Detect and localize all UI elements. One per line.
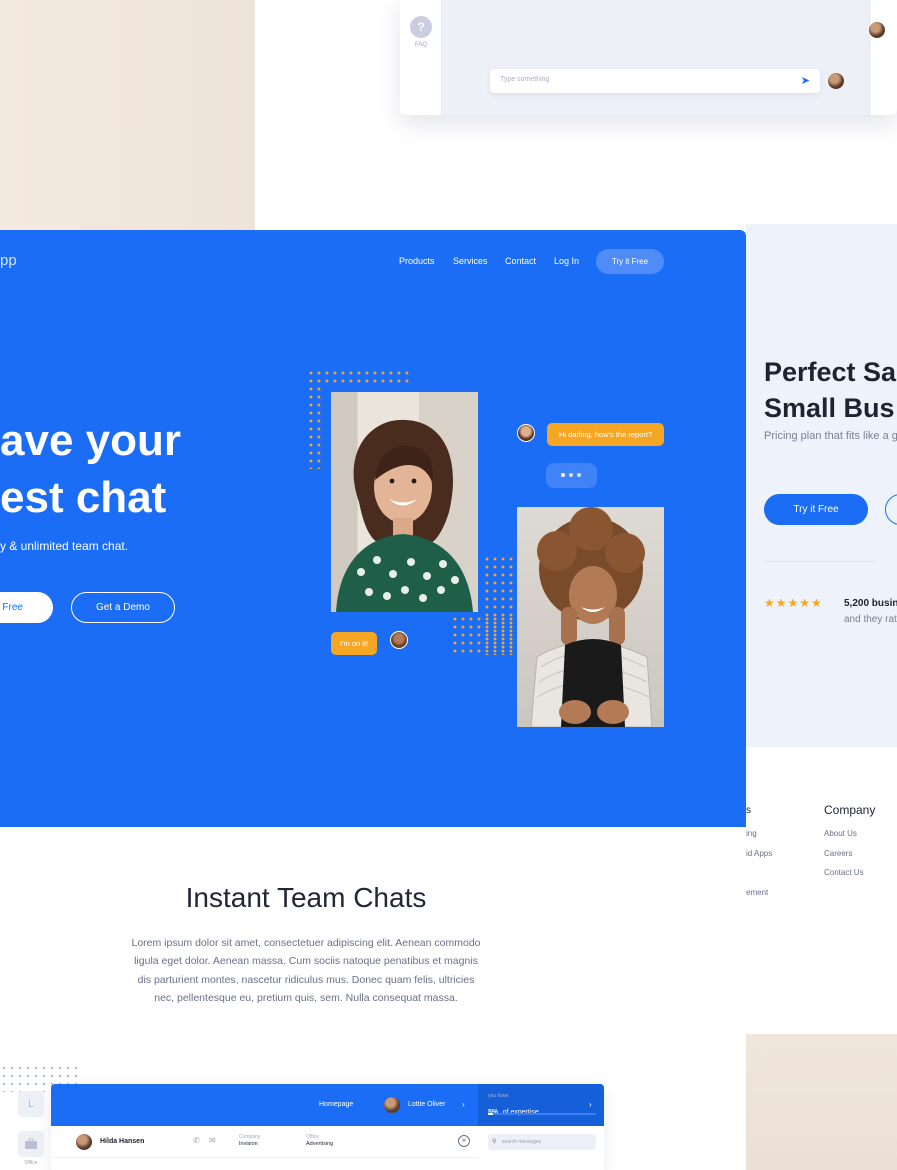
- office-label: Office: [24, 1160, 38, 1166]
- footer-link-careers[interactable]: Careers: [824, 849, 852, 858]
- portrait-illustration: [530, 507, 653, 727]
- portrait-illustration: [336, 419, 473, 612]
- section-paragraph: Lorem ipsum dolor sit amet, consectetuer…: [131, 937, 481, 1004]
- team-photo-woman-1: [331, 392, 478, 612]
- expertise-line: 5% of expertise: [488, 1101, 539, 1119]
- nav-services[interactable]: Services: [453, 256, 488, 266]
- typing-indicator: [546, 463, 597, 488]
- chat-bubble-reply: I'm on it!: [331, 632, 378, 655]
- typing-dot: [569, 473, 573, 477]
- mail-icon[interactable]: ✉: [209, 1136, 216, 1145]
- user-avatar[interactable]: [384, 1097, 400, 1113]
- section-title: Instant Team Chats: [185, 882, 427, 913]
- homepage-link[interactable]: Homepage: [319, 1101, 353, 1108]
- message-placeholder: Type something: [500, 76, 550, 83]
- nav-contact[interactable]: Contact: [505, 256, 536, 266]
- hero-subheadline: y & unlimited team chat.: [0, 539, 129, 553]
- footer-link-about[interactable]: About Us: [824, 829, 857, 838]
- team-photo-woman-2: [517, 507, 664, 727]
- hero-headline-line2: est chat: [0, 473, 167, 522]
- footer-link[interactable]: ing: [746, 829, 757, 838]
- nav-try-free-button[interactable]: Try it Free: [596, 249, 664, 274]
- pricing-title-line2: Small Bus: [764, 393, 895, 423]
- contact-row[interactable]: Hilda Hansen ✆ ✉ Company Invision Office…: [51, 1126, 478, 1158]
- chat-avatar-2: [390, 631, 408, 649]
- chat-avatar-1: [517, 424, 535, 442]
- dot-pattern: [451, 615, 515, 655]
- contact-avatar[interactable]: [869, 22, 885, 38]
- office-field-label: Office: [306, 1134, 319, 1140]
- chevron-right-icon[interactable]: ›: [462, 1100, 465, 1109]
- app-sidebar: ? FAQ: [400, 0, 442, 115]
- expertise-progress: [488, 1113, 596, 1115]
- footer-link-contact[interactable]: Contact Us: [824, 868, 864, 877]
- footer-company-heading: Company: [824, 803, 876, 817]
- faq-icon[interactable]: ?: [410, 16, 432, 38]
- chat-bubble-question: Hi darling, how's the report?: [547, 423, 665, 446]
- hero-section: pp Products Services Contact Log In Try …: [0, 230, 746, 827]
- nav-login[interactable]: Log In: [554, 256, 579, 266]
- message-input[interactable]: Type something ➤: [490, 69, 820, 93]
- pricing-secondary-button[interactable]: [885, 494, 897, 525]
- rating-stars-icon: ★★★★★: [764, 596, 823, 610]
- search-messages-input[interactable]: search messages: [488, 1134, 596, 1150]
- footer-link[interactable]: id Apps: [746, 849, 772, 858]
- app-right-panel: [869, 0, 897, 115]
- contact-name: Hilda Hansen: [100, 1138, 145, 1145]
- expertise-caption: you have: [488, 1093, 509, 1099]
- pricing-title: Perfect Sa Small Bus: [764, 354, 897, 426]
- app-preview-card: ? FAQ Type something ➤: [400, 0, 897, 115]
- send-icon[interactable]: ➤: [801, 74, 810, 87]
- pricing-subtitle: Pricing plan that fits like a g: [764, 430, 897, 442]
- faq-label: FAQ: [414, 42, 427, 48]
- user-name[interactable]: Lottie Oliver: [408, 1101, 445, 1108]
- search-icon: ⚲: [492, 1139, 497, 1145]
- typing-dot: [561, 473, 565, 477]
- search-placeholder: search messages: [502, 1139, 542, 1145]
- dot-pattern: [307, 385, 325, 469]
- company-value: Invision: [239, 1141, 258, 1147]
- office-value: Advertising: [306, 1141, 334, 1147]
- stat-subtext: and they rat: [844, 614, 897, 625]
- close-icon[interactable]: ×: [458, 1135, 470, 1147]
- get-demo-button[interactable]: Get a Demo: [71, 592, 175, 623]
- pricing-try-free-button[interactable]: Try it Free: [764, 494, 868, 525]
- hero-headline-line1: ave your: [0, 416, 181, 465]
- typing-dot: [577, 473, 581, 477]
- footer-col-heading: s: [746, 805, 751, 816]
- phone-icon[interactable]: ✆: [193, 1136, 200, 1145]
- pricing-title-line1: Perfect Sa: [764, 357, 897, 387]
- expertise-progress-fill: [488, 1113, 494, 1115]
- dashboard-preview: Homepage Lottie Oliver › you have 5% of …: [51, 1084, 604, 1170]
- footer-link[interactable]: ement: [746, 888, 768, 897]
- company-label: Company: [239, 1134, 261, 1140]
- logo[interactable]: pp: [0, 252, 17, 269]
- background-peach-top: [0, 0, 255, 230]
- background-peach-bottom: [746, 1034, 897, 1170]
- hero-headline: ave your est chat: [0, 412, 181, 526]
- briefcase-icon: [25, 1138, 37, 1149]
- footer: s ing id Apps ement Company About Us Car…: [746, 747, 897, 1034]
- chevron-right-icon[interactable]: ›: [589, 1100, 592, 1109]
- divider: [764, 561, 876, 562]
- office-icon[interactable]: [18, 1131, 44, 1157]
- user-avatar: [828, 73, 844, 89]
- sidebar-logo-icon[interactable]: L: [18, 1091, 44, 1117]
- dot-pattern: [307, 369, 411, 385]
- start-free-button[interactable]: t Free: [0, 592, 53, 623]
- contact-avatar: [76, 1134, 92, 1150]
- nav-products[interactable]: Products: [399, 256, 435, 266]
- stat-headline: 5,200 busin: [844, 598, 897, 609]
- pricing-section: Perfect Sa Small Bus Pricing plan that f…: [746, 224, 897, 747]
